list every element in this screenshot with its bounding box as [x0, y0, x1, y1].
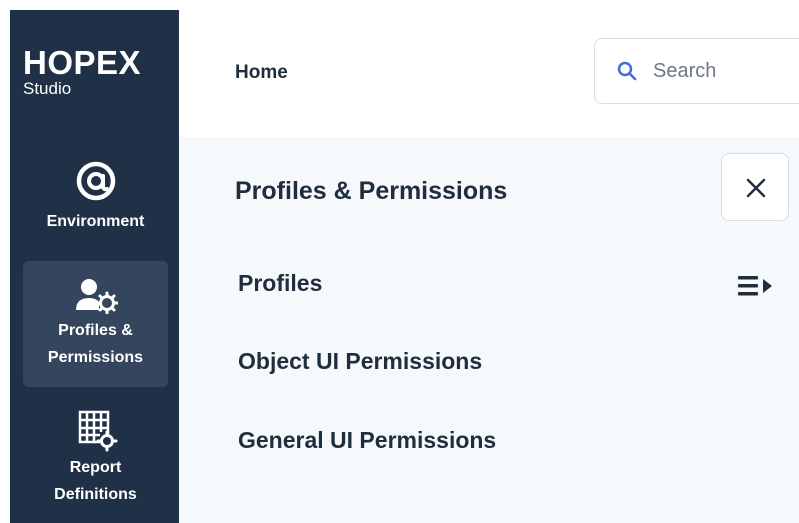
search-icon	[617, 61, 637, 81]
profiles-permissions-panel: Profiles & Permissions Profiles Object U…	[179, 137, 799, 523]
sidebar-item-label-line1: Report	[69, 459, 122, 476]
breadcrumb-home[interactable]: Home	[235, 62, 288, 84]
search-box[interactable]	[594, 38, 799, 104]
sidebar: HOPEX Studio Environment Profiles & Perm…	[10, 10, 179, 523]
menu-item-general-ui-permissions[interactable]: General UI Permissions	[238, 427, 496, 454]
at-sign-icon	[76, 161, 115, 201]
close-button[interactable]	[721, 153, 789, 221]
user-gear-icon	[75, 279, 118, 314]
close-icon	[746, 178, 766, 198]
sidebar-item-profiles-permissions[interactable]: Profiles & Permissions	[23, 261, 168, 387]
menu-item-profiles[interactable]: Profiles	[238, 270, 322, 297]
grid-gear-icon	[78, 410, 117, 452]
brand-subtitle: Studio	[23, 79, 72, 98]
app-window: HOPEX Studio Environment Profiles & Perm…	[0, 0, 799, 523]
collapse-menu-icon[interactable]	[738, 275, 774, 297]
brand-name: HOPEX	[23, 44, 142, 81]
sidebar-item-label: Environment	[46, 213, 145, 230]
sidebar-item-label-line1: Profiles &	[58, 322, 133, 339]
sidebar-item-label-line2: Definitions	[54, 486, 137, 503]
brand-logo: HOPEX Studio	[23, 46, 141, 97]
sidebar-item-report-definitions[interactable]: Report Definitions	[23, 406, 168, 523]
search-input[interactable]	[653, 56, 799, 86]
menu-item-object-ui-permissions[interactable]: Object UI Permissions	[238, 348, 482, 375]
top-header: Home	[179, 10, 799, 137]
top-border	[0, 0, 799, 10]
sidebar-item-label-line2: Permissions	[47, 349, 144, 366]
panel-title: Profiles & Permissions	[235, 177, 508, 205]
sidebar-item-environment[interactable]: Environment	[23, 152, 168, 252]
